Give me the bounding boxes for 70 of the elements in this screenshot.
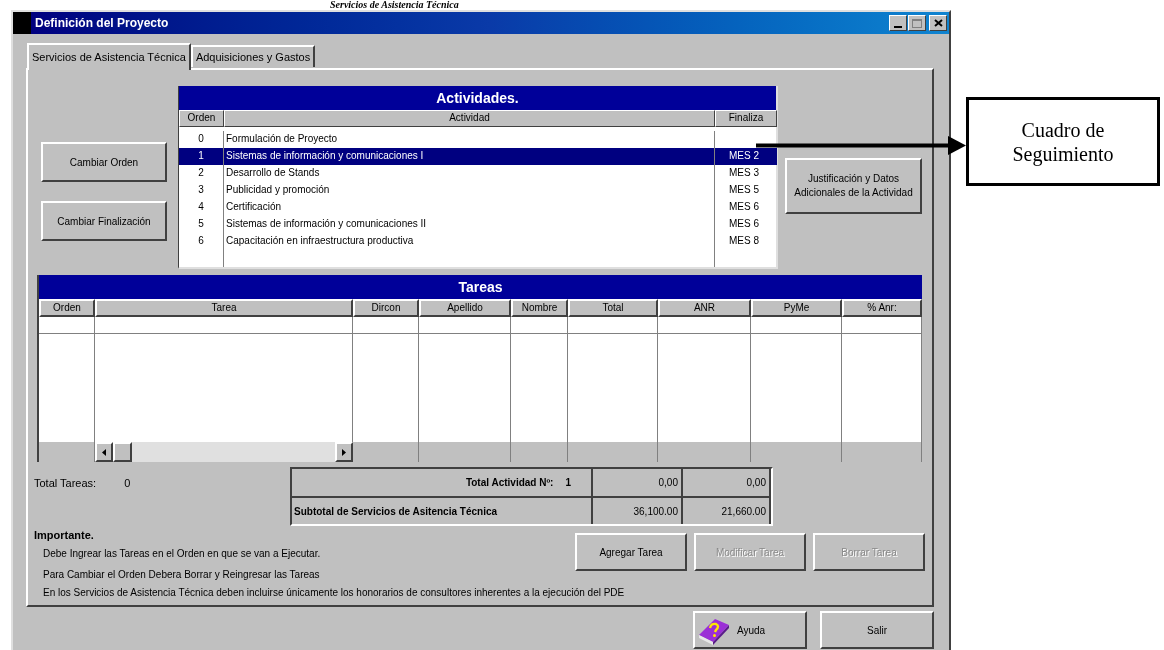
action-button[interactable]: Cambiar Orden <box>41 142 167 182</box>
window-title: Definición del Proyecto <box>35 15 170 32</box>
table-cell: 21,660.00 <box>683 498 771 524</box>
callout-box: Cuadro de Seguimiento <box>966 97 1160 186</box>
table-cell[interactable]: Certificación <box>224 199 715 216</box>
table-cell[interactable]: 6 <box>179 233 224 250</box>
column-header[interactable]: Dircon <box>353 299 419 317</box>
note-text: En los Servicios de Asistencia Técnica deben incluirse únicamente los honorarios de consultores inherentes a la ejecución del PDE <box>43 586 626 600</box>
scroll-thumb[interactable] <box>113 442 132 462</box>
horizontal-scrollbar[interactable] <box>95 442 353 462</box>
totals-label: Total Actividad Nº: <box>465 476 554 490</box>
table-cell: 36,100.00 <box>593 498 683 524</box>
scroll-left-button[interactable] <box>95 442 113 462</box>
table-cell[interactable]: 2 <box>179 165 224 182</box>
document-caption: Servicios de Asistencia Técnica <box>330 0 459 10</box>
table-cell[interactable]: MES 6 <box>715 216 777 233</box>
table-cell[interactable]: Sistemas de información y comunicaciones I <box>224 148 715 165</box>
column-header[interactable]: Actividad <box>224 110 715 127</box>
table-cell[interactable]: Publicidad y promoción <box>224 182 715 199</box>
table-cell[interactable]: MES 8 <box>715 233 777 250</box>
column-header[interactable]: Total <box>568 299 658 317</box>
notes-heading: Importante. <box>34 528 95 543</box>
total-tasks-value: 0 <box>124 476 131 491</box>
minimize-button[interactable] <box>889 15 907 31</box>
close-icon <box>933 19 943 27</box>
column-header[interactable]: % Anr: <box>842 299 922 317</box>
action-button[interactable]: Agregar Tarea <box>575 533 687 571</box>
minimize-icon <box>894 26 902 28</box>
close-button[interactable] <box>929 15 947 31</box>
maximize-button[interactable] <box>908 15 926 31</box>
action-button[interactable]: Cambiar Finalización <box>41 201 167 241</box>
action-button[interactable]: Salir <box>820 611 934 649</box>
column-header[interactable]: PyMe <box>751 299 842 317</box>
table-title: Tareas <box>39 275 922 299</box>
table-title: Actividades. <box>179 86 776 110</box>
table-cell[interactable]: MES 3 <box>715 165 777 182</box>
activity-number: 1 <box>565 476 571 490</box>
details-button[interactable]: Justificación y Datos Adicionales de la Actividad <box>785 158 922 214</box>
column-header[interactable]: Nombre <box>511 299 568 317</box>
total-tasks-label: Total Tareas: <box>34 476 97 491</box>
column-header[interactable]: Orden <box>39 299 95 317</box>
column-header[interactable]: Finaliza <box>715 110 777 127</box>
table-cell: 0,00 <box>683 469 771 496</box>
help-button[interactable]: Ayuda <box>693 611 807 649</box>
scroll-right-button[interactable] <box>335 442 353 462</box>
table-cell[interactable]: Capacitación en infraestructura productiva <box>224 233 715 250</box>
tab[interactable]: Adquisiciones y Gastos <box>190 45 316 67</box>
table-cell[interactable]: MES 5 <box>715 182 777 199</box>
left-arrow-icon <box>102 448 106 456</box>
table-cell[interactable]: Sistemas de información y comunicaciones II <box>224 216 715 233</box>
action-button: Modificar Tarea <box>694 533 806 571</box>
table-cell[interactable]: Desarrollo de Stands <box>224 165 715 182</box>
table-cell[interactable]: MES 6 <box>715 199 777 216</box>
table-cell[interactable]: 4 <box>179 199 224 216</box>
note-text: Para Cambiar el Orden Debera Borrar y Reingresar las Tareas <box>43 568 321 582</box>
column-header[interactable]: ANR <box>658 299 751 317</box>
totals-label: Subtotal de Servicios de Asitencia Técnica <box>294 504 498 519</box>
maximize-icon <box>912 18 922 28</box>
table-cell[interactable]: 3 <box>179 182 224 199</box>
table-cell[interactable]: 1 <box>179 148 224 165</box>
table-cell: 0,00 <box>593 469 683 496</box>
right-arrow-icon <box>342 448 346 456</box>
note-text: Debe Ingrear las Tareas en el Orden en que se van a Ejecutar. <box>43 547 322 561</box>
column-header[interactable]: Orden <box>179 110 224 127</box>
column-header[interactable]: Tarea <box>95 299 353 317</box>
tab[interactable]: Servicios de Asistencia Técnica <box>27 43 191 70</box>
column-header[interactable]: Apellido <box>419 299 511 317</box>
action-button: Borrar Tarea <box>813 533 925 571</box>
table-cell[interactable]: MES 2 <box>715 148 777 165</box>
table-cell[interactable]: 5 <box>179 216 224 233</box>
